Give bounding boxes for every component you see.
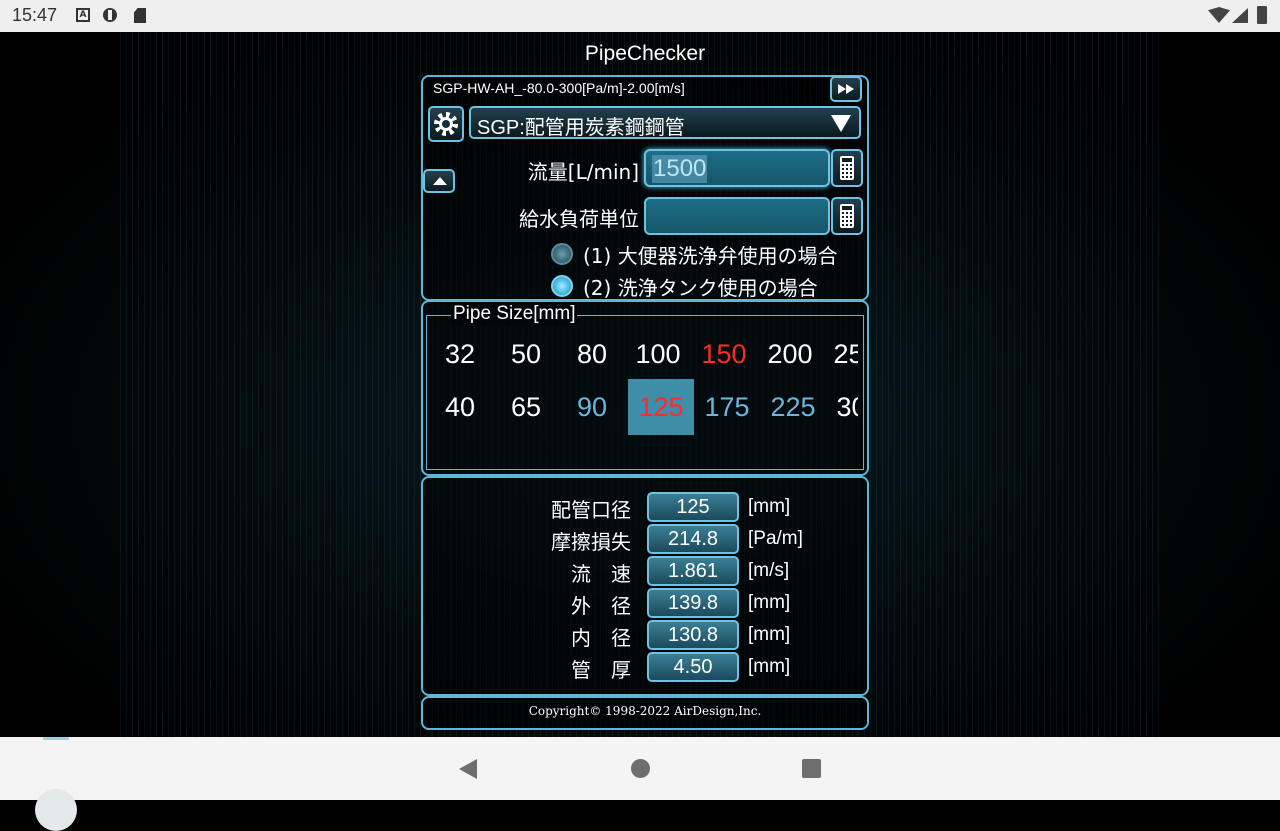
caret-up-icon [433,177,447,185]
load-unit-label: 給水負荷単位 [519,207,639,231]
signal-icon [1232,8,1248,23]
result-value: 4.50 [647,652,739,682]
load-unit-input[interactable] [644,197,830,235]
flow-input[interactable]: 1500 [644,149,830,187]
pipe-size-option[interactable]: 150 [691,334,757,374]
radio-label: (2) 洗浄タンク使用の場合 [583,276,818,300]
result-value: 130.8 [647,620,739,650]
dropdown-arrow-icon [831,115,851,132]
fast-forward-icon [838,84,854,94]
pipe-size-option[interactable]: 175 [694,379,760,435]
radio-label: (1) 大便器洗浄弁使用の場合 [583,244,838,268]
pipe-size-option[interactable]: 300 [826,379,858,435]
result-label: 管 厚 [571,658,631,682]
result-unit: [Pa/m] [748,528,803,549]
collapse-button[interactable] [423,169,455,193]
load-calculator-button[interactable] [831,197,863,235]
radio-flush-tank[interactable]: (2) 洗浄タンク使用の場合 [551,272,818,301]
radio-flush-valve[interactable]: (1) 大便器洗浄弁使用の場合 [551,240,838,269]
pipe-size-option[interactable]: 90 [559,379,625,435]
pipe-size-grid: 32 50 80 100 150 200 250 40 65 90 125 17… [427,334,858,454]
flow-label: 流量[L/min] [527,160,639,184]
fast-forward-button[interactable] [830,76,862,102]
pipe-size-option[interactable]: 32 [427,334,493,374]
status-bar: 15:47 A [0,0,1280,32]
result-unit: [mm] [748,496,791,517]
pipe-size-option[interactable]: 200 [757,334,823,374]
calculator-icon [840,156,854,180]
preset-label: SGP-HW-AH_-80.0-300[Pa/m]-2.00[m/s] [433,80,685,96]
flow-value: 1500 [652,155,708,183]
results-panel [421,476,869,696]
result-value: 1.861 [647,556,739,586]
result-unit: [m/s] [748,560,790,581]
calculator-icon [840,204,854,228]
result-label: 配管口径 [551,498,631,522]
result-unit: [mm] [748,656,791,677]
copyright-text: Copyright© 1998-2022 AirDesign,Inc. [528,704,762,718]
pipe-size-option[interactable]: 50 [493,334,559,374]
sync-icon [103,8,117,22]
pipe-size-option-selected[interactable]: 125 [628,379,694,435]
result-value: 139.8 [647,588,739,618]
radio-indicator-checked [551,275,573,297]
pipe-size-legend: Pipe Size[mm] [451,303,578,325]
sd-card-icon [134,8,146,23]
result-label: 外 径 [571,594,631,618]
recents-icon[interactable] [802,759,821,778]
pipe-size-option[interactable]: 40 [427,379,493,435]
result-unit: [mm] [748,624,791,645]
pipechecker-app: PipeChecker SGP-HW-AH_-80.0-300[Pa/m]-2.… [421,32,869,737]
pipe-type-value: SGP:配管用炭素鋼鋼管 [477,117,685,139]
pipe-size-option[interactable]: 65 [493,379,559,435]
pipe-size-option[interactable]: 100 [625,334,691,374]
wifi-icon [1208,7,1230,23]
result-label: 流 速 [571,562,631,586]
pipe-size-option[interactable]: 250 [823,334,858,374]
pipe-type-select[interactable]: SGP:配管用炭素鋼鋼管 [469,106,861,139]
app-title: PipeChecker [584,42,706,65]
result-label: 摩擦損失 [551,530,631,554]
clock: 15:47 [12,5,58,25]
result-unit: [mm] [748,592,791,613]
radio-indicator [551,243,573,265]
result-value: 214.8 [647,524,739,554]
pipe-size-option[interactable]: 225 [760,379,826,435]
pipe-size-option[interactable]: 80 [559,334,625,374]
battery-icon [1257,6,1267,24]
flow-calculator-button[interactable] [831,149,863,187]
home-icon[interactable] [631,759,650,778]
result-label: 内 径 [571,626,631,650]
settings-button[interactable] [428,106,464,142]
gear-icon [434,112,458,136]
result-value: 125 [647,492,739,522]
a-notification-icon: A [76,8,90,22]
back-icon[interactable] [459,759,477,779]
